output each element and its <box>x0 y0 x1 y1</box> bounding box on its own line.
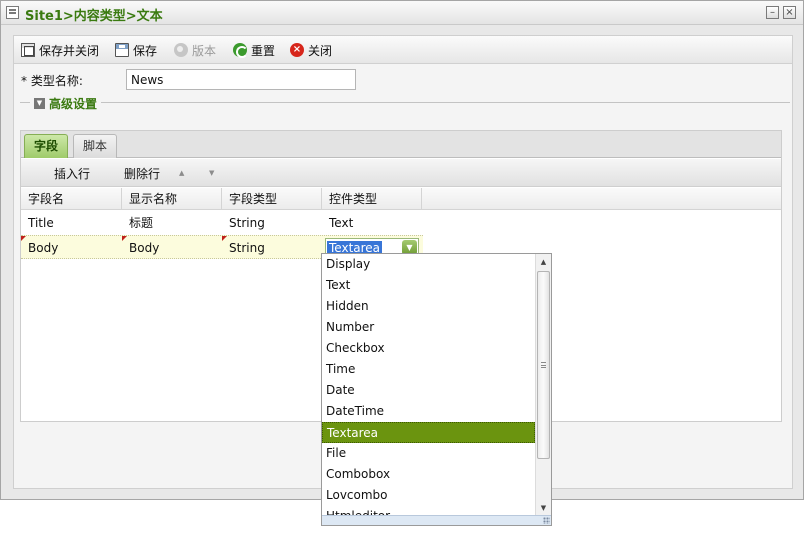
column-header-field-name[interactable]: 字段名 <box>21 188 122 210</box>
save-and-close-button[interactable]: 保存并关闭 <box>21 41 99 59</box>
list-item[interactable]: Display <box>322 254 535 275</box>
list-item[interactable]: Combobox <box>322 464 535 485</box>
list-item[interactable]: Time <box>322 359 535 380</box>
move-up-icon[interactable]: ▲ <box>179 169 184 177</box>
table-row[interactable]: Title 标题 String Text <box>21 211 423 235</box>
window-title: Site1>内容类型>文本 <box>25 9 163 24</box>
list-item[interactable]: Checkbox <box>322 338 535 359</box>
cell-display-name[interactable]: Body <box>122 236 159 260</box>
version-label: 版本 <box>192 43 217 58</box>
save-and-close-label: 保存并关闭 <box>39 43 100 58</box>
grid-toolbar: 插入行 删除行 ▲ ▼ <box>21 159 781 187</box>
cell-field-name[interactable]: Body <box>21 236 58 260</box>
dropdown-list: Display Text Hidden Number Checkbox Time… <box>322 254 535 517</box>
close-button[interactable]: × 关闭 <box>290 41 332 59</box>
close-window-icon[interactable]: × <box>783 6 796 19</box>
grid-header: 字段名 显示名称 字段类型 控件类型 <box>21 188 781 210</box>
list-item[interactable]: Date <box>322 380 535 401</box>
list-item[interactable]: Text <box>322 275 535 296</box>
reset-label: 重置 <box>251 43 276 58</box>
list-item[interactable]: File <box>322 443 535 464</box>
expand-icon[interactable]: ▼ <box>34 98 45 109</box>
cell-field-type[interactable]: String <box>222 236 265 260</box>
type-name-label: * 类型名称: <box>21 74 83 88</box>
save-icon <box>115 43 129 57</box>
version-button[interactable]: 版本 <box>174 41 216 59</box>
close-icon: × <box>290 43 304 57</box>
move-down-icon[interactable]: ▼ <box>209 169 214 177</box>
scrollbar-thumb[interactable] <box>537 271 550 459</box>
control-type-dropdown: Display Text Hidden Number Checkbox Time… <box>321 253 552 526</box>
advanced-settings-toggle[interactable]: ▼ 高级设置 <box>30 95 102 112</box>
version-icon <box>174 43 188 57</box>
list-item[interactable]: Number <box>322 317 535 338</box>
tab-fields[interactable]: 字段 <box>24 134 69 158</box>
cell-field-type[interactable]: String <box>222 211 265 235</box>
delete-row-button[interactable]: 删除行 <box>124 165 160 182</box>
tab-strip: 字段 脚本 <box>21 131 781 158</box>
list-item-selected[interactable]: Textarea <box>322 422 535 443</box>
minimize-icon[interactable]: – <box>766 6 779 19</box>
dropdown-footer <box>322 515 551 525</box>
type-name-input[interactable] <box>126 69 356 90</box>
cell-display-name[interactable]: 标题 <box>122 211 153 235</box>
tab-script[interactable]: 脚本 <box>73 134 118 158</box>
close-label: 关闭 <box>308 43 333 58</box>
reset-button[interactable]: 重置 <box>233 41 275 59</box>
save-close-icon <box>21 43 35 57</box>
advanced-settings-label: 高级设置 <box>49 97 98 111</box>
advanced-fieldset-border <box>20 102 790 103</box>
cell-control-type[interactable]: Text <box>322 211 353 235</box>
save-button[interactable]: 保存 <box>115 41 157 59</box>
cell-field-name[interactable]: Title <box>21 211 54 235</box>
list-item[interactable]: DateTime <box>322 401 535 422</box>
column-header-field-type[interactable]: 字段类型 <box>222 188 322 210</box>
column-header-control-type[interactable]: 控件类型 <box>322 188 422 210</box>
scroll-up-icon[interactable]: ▲ <box>536 254 551 270</box>
column-header-display-name[interactable]: 显示名称 <box>122 188 222 210</box>
insert-row-button[interactable]: 插入行 <box>54 165 90 182</box>
reset-icon <box>233 43 248 58</box>
scroll-down-icon[interactable]: ▼ <box>536 500 551 516</box>
window-icon <box>6 6 19 19</box>
list-item[interactable]: Hidden <box>322 296 535 317</box>
dropdown-scrollbar[interactable]: ▲ ▼ <box>535 254 551 517</box>
list-item[interactable]: Lovcombo <box>322 485 535 506</box>
grip-icon <box>541 362 546 368</box>
save-label: 保存 <box>133 43 158 58</box>
resize-handle-icon[interactable] <box>543 517 550 524</box>
window-titlebar[interactable]: Site1>内容类型>文本 – × <box>1 1 803 25</box>
main-toolbar: 保存并关闭 保存 版本 重置 × 关闭 <box>14 36 792 64</box>
